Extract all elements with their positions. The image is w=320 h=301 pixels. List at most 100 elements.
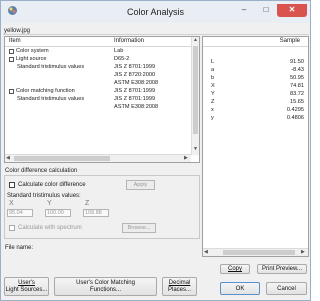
title-bar[interactable]: Color Analysis – □ ✕	[1, 1, 310, 23]
list-row[interactable]: Color matching function JIS Z 8701:1999	[5, 88, 191, 96]
results-row-key: L	[211, 59, 215, 65]
results-row-key: x	[211, 107, 214, 113]
list-row-item: Standard tristimulus values	[17, 96, 85, 102]
results-scroll-thumb[interactable]	[223, 250, 295, 255]
list-row-information: JIS Z 8701:1999	[114, 96, 156, 102]
results-row[interactable]: L 91.50	[203, 59, 308, 67]
results-row-value: 0.4806	[286, 115, 304, 121]
results-row[interactable]: a -8.43	[203, 67, 308, 75]
scroll-right-arrow-icon[interactable]: ▶	[184, 156, 188, 161]
standard-tristimulus-label: Standard tristimulus values:	[7, 193, 81, 199]
z-value-field[interactable]: 108.88	[83, 209, 109, 217]
user-color-matching-line1: User's Color Matching	[76, 280, 135, 286]
scroll-left-arrow-icon[interactable]: ◀	[6, 156, 10, 161]
list-row[interactable]: Standard tristimulus values JIS Z 8701:19…	[5, 96, 191, 104]
scroll-thumb[interactable]	[193, 46, 198, 134]
user-light-sources-button[interactable]: User's Light Sources...	[4, 277, 49, 296]
list-row-item: Light source	[16, 56, 47, 62]
list-row-item: Color matching function	[16, 88, 75, 94]
results-row-value: 0.4295	[286, 107, 304, 113]
results-horizontal-scrollbar[interactable]: ◀ ▶	[203, 248, 308, 256]
results-row-value: 74.81	[290, 83, 304, 89]
calculate-color-difference-checkbox[interactable]	[9, 182, 15, 188]
list-row[interactable]: ASTM E308:2008	[5, 104, 191, 112]
file-name-label: File name:	[5, 245, 34, 251]
scroll-up-arrow-icon[interactable]: ▲	[193, 38, 198, 43]
user-color-matching-button[interactable]: User's Color Matching Functions...	[54, 277, 157, 296]
list-row-information: D65-2	[114, 56, 130, 62]
results-row-key: X	[211, 83, 215, 89]
results-row-value: 15.65	[290, 99, 304, 105]
list-row-item: Standard tristimulus values	[17, 64, 85, 70]
list-vertical-scrollbar[interactable]: ▲ ▼	[191, 37, 199, 155]
results-row[interactable]: b 50.95	[203, 75, 308, 83]
results-row[interactable]: y 0.4806	[203, 115, 308, 123]
list-row-information: Lab	[114, 48, 124, 54]
calculate-with-spectrum-label[interactable]: Calculate with spectrum	[18, 225, 82, 231]
column-header-item[interactable]: Item	[9, 38, 21, 44]
divider	[3, 34, 309, 35]
close-button[interactable]: ✕	[277, 4, 307, 17]
results-row-value: 50.95	[290, 75, 304, 81]
apply-button[interactable]: Apply	[126, 180, 155, 190]
results-row-key: a	[211, 67, 215, 73]
scroll-down-arrow-icon[interactable]: ▼	[193, 147, 198, 152]
y-axis-label: Y	[47, 200, 52, 207]
cancel-button[interactable]: Cancel	[266, 282, 307, 295]
decimal-places-line2: Places...	[167, 287, 191, 293]
list-row[interactable]: Color system Lab	[5, 48, 191, 56]
results-row-key: Z	[211, 99, 215, 105]
calculate-color-difference-label[interactable]: Calculate color difference	[18, 182, 86, 188]
results-scroll-right-icon[interactable]: ▶	[301, 250, 305, 255]
results-row[interactable]: x 0.4295	[203, 107, 308, 115]
settings-list[interactable]: Item Information Color system Lab Light so…	[4, 36, 200, 163]
results-row-value: -8.43	[291, 67, 304, 73]
list-row-item: Color system	[16, 48, 49, 54]
copy-button-label: Copy	[227, 266, 242, 272]
list-row-information: JIS Z 8701:1999	[114, 64, 156, 70]
results-row[interactable]: X 74.81	[203, 83, 308, 91]
results-row[interactable]: Y 83.72	[203, 91, 308, 99]
color-difference-group-label: Color difference calculation	[5, 168, 78, 174]
copy-button[interactable]: Copy	[220, 264, 250, 274]
results-row-value: 83.72	[290, 91, 304, 97]
column-header-sample[interactable]: Sample	[280, 38, 300, 44]
list-row-information: JIS Z 8701:1999	[114, 88, 156, 94]
results-scroll-left-icon[interactable]: ◀	[204, 250, 208, 255]
expand-toggle-icon[interactable]	[9, 57, 14, 62]
list-row[interactable]: Light source D65-2	[5, 56, 191, 64]
list-row[interactable]: JIS Z 8720:2000	[5, 72, 191, 80]
list-horizontal-scrollbar[interactable]: ◀ ▶	[5, 154, 191, 162]
results-table[interactable]: Sample L 91.50 a -8.43 b 50.95 X 74.81 Y 83.72 Z 15…	[202, 36, 309, 257]
decimal-places-button[interactable]: Decimal Places...	[162, 277, 197, 296]
minimize-button[interactable]: –	[233, 4, 255, 17]
list-row[interactable]: ASTM E308:2008	[5, 80, 191, 88]
user-light-sources-line1: User's	[18, 280, 35, 286]
list-row-information: ASTM E308:2008	[114, 104, 159, 110]
print-preview-button-label: Print Preview...	[261, 266, 302, 272]
list-row-information: ASTM E308:2008	[114, 80, 159, 86]
calculate-with-spectrum-checkbox[interactable]	[9, 225, 15, 231]
expand-toggle-icon[interactable]	[9, 49, 14, 54]
x-axis-label: X	[9, 200, 14, 207]
maximize-button[interactable]: □	[255, 4, 277, 17]
z-axis-label: Z	[85, 200, 90, 207]
print-preview-button[interactable]: Print Preview...	[257, 264, 307, 274]
color-analysis-window: Color Analysis – □ ✕ yellow.jpg Item Inf…	[0, 0, 311, 301]
results-row[interactable]: Z 15.65	[203, 99, 308, 107]
y-value-field[interactable]: 100.00	[45, 209, 71, 217]
ok-button[interactable]: OK	[220, 282, 260, 295]
expand-toggle-icon[interactable]	[9, 89, 14, 94]
results-row-key: y	[211, 115, 214, 121]
scroll-thumb-horizontal[interactable]	[14, 156, 110, 161]
results-row-key: b	[211, 75, 215, 81]
results-row-value: 91.50	[290, 59, 304, 65]
results-header: Sample	[203, 37, 308, 47]
x-value-field[interactable]: 95.04	[7, 209, 33, 217]
column-header-information[interactable]: Information	[114, 38, 144, 44]
browse-button[interactable]: Browse...	[122, 223, 156, 233]
user-color-matching-line2: Functions...	[89, 287, 121, 293]
user-light-sources-line2: Light Sources...	[5, 287, 48, 293]
list-row-information: JIS Z 8720:2000	[114, 72, 156, 78]
list-row[interactable]: Standard tristimulus values JIS Z 8701:19…	[5, 64, 191, 72]
